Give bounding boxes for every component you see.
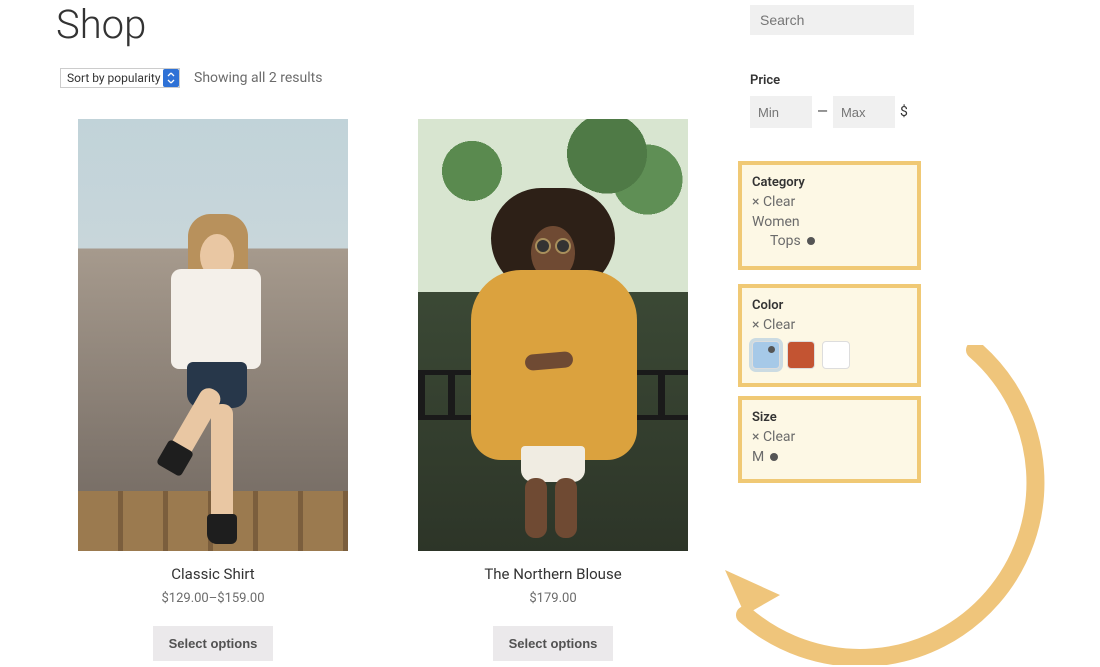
color-filter: Color × Clear (738, 284, 921, 387)
filter-title-color: Color (752, 298, 907, 313)
category-item-parent[interactable]: Women (752, 214, 907, 230)
category-child-label: Tops (770, 233, 801, 249)
price-min-input[interactable] (750, 96, 812, 128)
selected-dot-icon (807, 237, 815, 245)
price-max-input[interactable] (833, 96, 895, 128)
filter-title-price: Price (750, 73, 914, 88)
product-card[interactable]: Classic Shirt $129.00–$159.00 Select opt… (78, 119, 348, 661)
sort-selected-label: Sort by popularity (67, 71, 161, 85)
product-price: $179.00 (529, 591, 576, 606)
sort-row: Sort by popularity Showing all 2 results (60, 68, 322, 88)
sidebar: Price — $ (750, 5, 914, 128)
select-options-button[interactable]: Select options (493, 626, 614, 661)
clear-color-link[interactable]: × Clear (752, 317, 907, 333)
clear-size-link[interactable]: × Clear (752, 429, 907, 445)
annotation-arrow-icon (700, 345, 1090, 665)
size-filter: Size × Clear M (738, 396, 921, 483)
category-item-child[interactable]: Tops (752, 233, 907, 249)
chevron-updown-icon (163, 69, 179, 87)
category-filter: Category × Clear Women Tops (738, 161, 921, 270)
swatch-row (752, 341, 907, 369)
product-price: $129.00–$159.00 (161, 591, 264, 606)
size-item[interactable]: M (752, 449, 907, 465)
swatch-light-blue[interactable] (752, 341, 780, 369)
selected-dot-icon (770, 453, 778, 461)
product-title: The Northern Blouse (484, 565, 621, 583)
search-input[interactable] (750, 5, 914, 35)
product-image[interactable] (78, 119, 348, 551)
price-currency: $ (900, 104, 908, 120)
price-filter: Price — $ (750, 73, 914, 128)
filter-title-category: Category (752, 175, 907, 190)
page-title: Shop (56, 1, 146, 48)
product-card[interactable]: The Northern Blouse $179.00 Select optio… (418, 119, 688, 661)
select-options-button[interactable]: Select options (153, 626, 274, 661)
product-image[interactable] (418, 119, 688, 551)
size-label: M (752, 449, 764, 465)
product-grid: Classic Shirt $129.00–$159.00 Select opt… (78, 119, 688, 661)
selected-dot-icon (768, 346, 775, 353)
swatch-white[interactable] (822, 341, 850, 369)
clear-category-link[interactable]: × Clear (752, 194, 907, 210)
swatch-rust[interactable] (787, 341, 815, 369)
product-title: Classic Shirt (171, 565, 254, 583)
results-count: Showing all 2 results (194, 70, 322, 86)
sort-select[interactable]: Sort by popularity (60, 68, 180, 88)
filter-title-size: Size (752, 410, 907, 425)
price-dash: — (817, 104, 828, 120)
